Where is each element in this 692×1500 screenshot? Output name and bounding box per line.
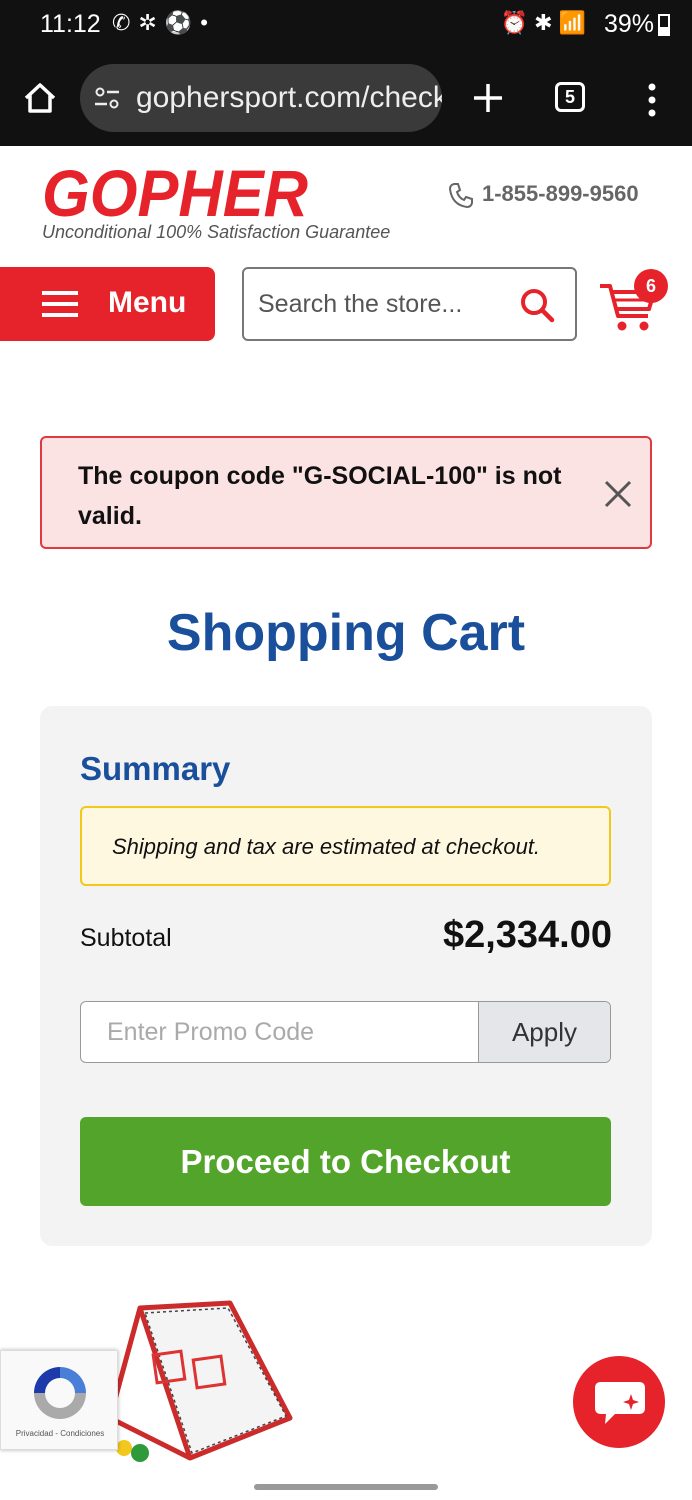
phone-icon xyxy=(448,183,473,209)
search-icon[interactable] xyxy=(519,287,555,323)
address-bar[interactable]: gophersport.com/checkout xyxy=(80,64,442,132)
notification-icons: ✆✲⚽• xyxy=(112,10,216,35)
search-input[interactable] xyxy=(258,287,508,321)
subtotal-value: $2,334.00 xyxy=(442,914,612,956)
recaptcha-icon xyxy=(34,1367,86,1419)
browser-toolbar: gophersport.com/checkout 5 xyxy=(0,50,692,146)
hamburger-icon xyxy=(42,291,78,317)
battery-level: 39% xyxy=(603,10,654,38)
order-summary: Summary Shipping and tax are estimated a… xyxy=(40,706,652,1246)
promo-code-group: Apply xyxy=(80,1001,611,1063)
chat-icon xyxy=(595,1382,645,1424)
coupon-error-alert: The coupon code "G-SOCIAL-100" is not va… xyxy=(40,436,652,549)
chat-button[interactable] xyxy=(573,1356,665,1448)
subtotal-label: Subtotal xyxy=(80,924,172,952)
site-header: GOPHER Unconditional 100% Satisfaction G… xyxy=(0,146,692,246)
notice-text: Shipping and tax are estimated at checko… xyxy=(112,834,541,859)
svg-text:GOPHER: GOPHER xyxy=(42,162,308,222)
product-image[interactable] xyxy=(100,1298,300,1468)
status-bar: 11:12 ✆✲⚽• ⏰✱📶 39% xyxy=(0,0,692,50)
close-icon[interactable] xyxy=(602,478,634,510)
cart-count-badge: 6 xyxy=(634,269,668,303)
menu-label: Menu xyxy=(108,286,187,319)
site-settings-icon[interactable] xyxy=(94,86,120,110)
url-text: gophersport.com/checkout xyxy=(136,81,442,114)
recaptcha-badge[interactable]: Privacidad - Condiciones xyxy=(0,1350,118,1450)
battery-icon xyxy=(658,14,670,36)
tagline: Unconditional 100% Satisfaction Guarante… xyxy=(42,222,391,242)
summary-title: Summary xyxy=(80,750,231,787)
alert-message: The coupon code "G-SOCIAL-100" is not va… xyxy=(78,462,562,530)
home-icon[interactable] xyxy=(22,80,58,116)
shipping-notice: Shipping and tax are estimated at checko… xyxy=(80,806,611,886)
promo-code-input[interactable] xyxy=(107,1016,467,1048)
menu-button[interactable]: Menu xyxy=(0,267,215,341)
home-indicator[interactable] xyxy=(254,1484,438,1490)
system-icons: ⏰✱📶 xyxy=(500,10,592,35)
apply-button[interactable]: Apply xyxy=(478,1002,610,1062)
status-time: 11:12 xyxy=(40,10,101,38)
proceed-to-checkout-button[interactable]: Proceed to Checkout xyxy=(80,1117,611,1206)
new-tab-icon[interactable] xyxy=(470,80,506,116)
phone-number-link[interactable]: 1-855-899-9560 xyxy=(482,181,639,207)
more-options-icon[interactable] xyxy=(640,80,664,120)
search-box xyxy=(242,267,577,341)
gopher-logo[interactable]: GOPHER xyxy=(40,162,312,222)
recaptcha-links[interactable]: Privacidad - Condiciones xyxy=(1,1429,119,1438)
page-title: Shopping Cart xyxy=(166,604,526,662)
tab-switcher-button[interactable]: 5 xyxy=(555,82,585,112)
